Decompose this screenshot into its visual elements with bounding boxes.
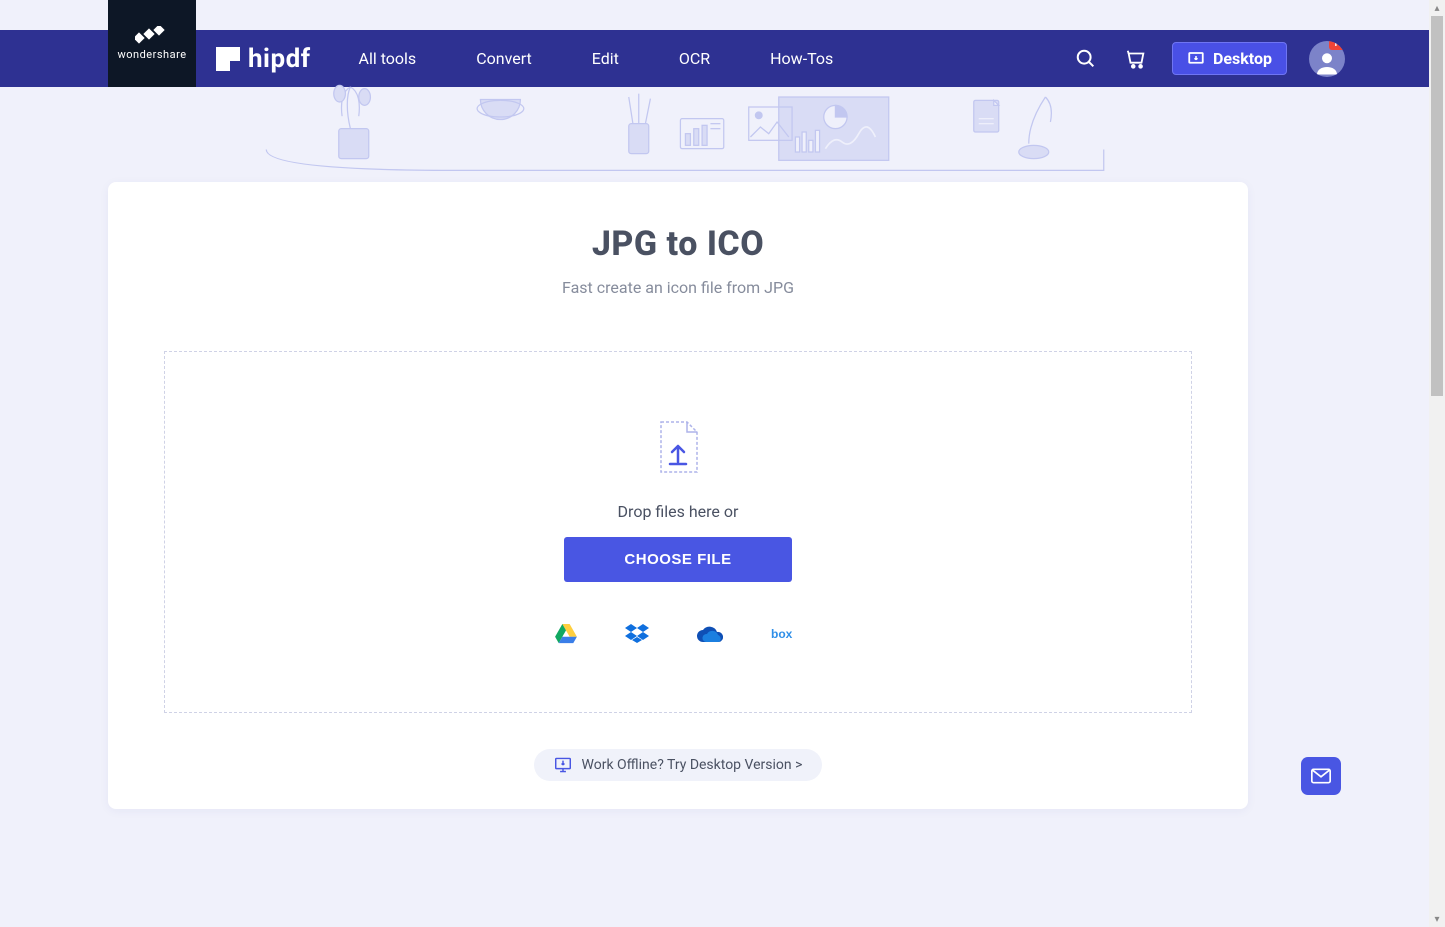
decorative-banner (0, 87, 1445, 187)
cart-icon (1125, 48, 1147, 70)
file-dropzone[interactable]: Drop files here or CHOOSE FILE (164, 351, 1192, 713)
hipdf-mark-icon (216, 47, 240, 71)
offline-label: Work Offline? Try Desktop Version > (582, 757, 803, 773)
pro-badge: Pro (1329, 41, 1345, 50)
nav-how-tos[interactable]: How-Tos (770, 49, 833, 68)
scroll-down-arrow[interactable]: ▾ (1429, 911, 1445, 927)
dropbox-icon (625, 624, 649, 644)
scroll-up-arrow[interactable]: ▴ (1429, 0, 1445, 16)
box-button[interactable]: box (771, 626, 801, 642)
user-avatar[interactable]: Pro (1309, 41, 1345, 77)
page-subtitle: Fast create an icon file from JPG (108, 278, 1248, 297)
desktop-button[interactable]: Desktop (1172, 42, 1287, 75)
page-title: JPG to ICO (108, 224, 1248, 264)
onedrive-icon (697, 626, 723, 643)
wondershare-label: wondershare (117, 48, 186, 61)
monitor-download-icon (554, 757, 572, 773)
nav-convert[interactable]: Convert (476, 49, 532, 68)
dropbox-button[interactable] (625, 624, 649, 644)
svg-text:box: box (771, 627, 793, 641)
search-icon (1075, 48, 1097, 70)
cart-button[interactable] (1122, 45, 1150, 73)
nav-edit[interactable]: Edit (592, 49, 619, 68)
scrollbar-thumb[interactable] (1431, 16, 1443, 396)
product-logo[interactable]: hipdf (216, 44, 311, 74)
main-nav: All tools Convert Edit OCR How-Tos (359, 49, 834, 68)
mail-icon (1311, 768, 1331, 784)
drop-hint-label: Drop files here or (618, 502, 739, 521)
google-drive-icon (555, 624, 577, 644)
download-icon (1187, 50, 1205, 68)
box-icon: box (771, 626, 801, 642)
onedrive-button[interactable] (697, 626, 723, 643)
upload-file-icon (655, 420, 701, 476)
tool-card: JPG to ICO Fast create an icon file from… (108, 182, 1248, 809)
wondershare-icon (135, 26, 169, 44)
choose-file-button[interactable]: CHOOSE FILE (564, 537, 791, 582)
header-actions: Desktop Pro (1072, 41, 1345, 77)
cloud-providers: box (555, 624, 801, 644)
avatar-icon (1312, 47, 1342, 77)
page-scrollbar[interactable]: ▴ ▾ (1429, 0, 1445, 927)
contact-mail-button[interactable] (1301, 757, 1341, 795)
wondershare-badge[interactable]: wondershare (108, 0, 196, 87)
nav-all-tools[interactable]: All tools (359, 49, 417, 68)
offline-desktop-link[interactable]: Work Offline? Try Desktop Version > (534, 749, 823, 781)
search-button[interactable] (1072, 45, 1100, 73)
app-header: hipdf All tools Convert Edit OCR How-Tos… (0, 30, 1445, 87)
product-name: hipdf (248, 44, 311, 74)
google-drive-button[interactable] (555, 624, 577, 644)
nav-ocr[interactable]: OCR (679, 49, 710, 68)
desktop-button-label: Desktop (1213, 49, 1272, 68)
